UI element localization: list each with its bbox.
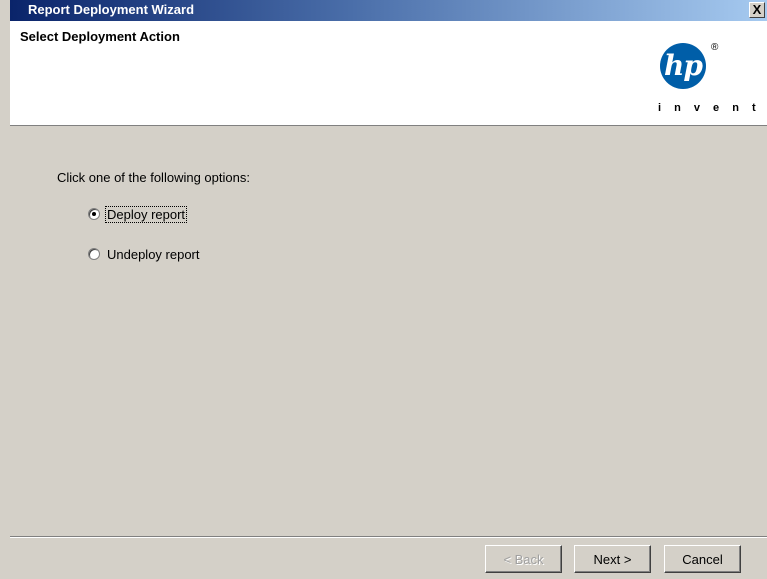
wizard-header: Select Deployment Action hp ® i n v e n …	[10, 21, 767, 126]
back-button[interactable]: < Back	[485, 545, 562, 573]
cancel-button[interactable]: Cancel	[664, 545, 741, 573]
page-title: Select Deployment Action	[20, 29, 180, 44]
undeploy-report-option[interactable]: Undeploy report	[88, 245, 201, 263]
deploy-report-option[interactable]: Deploy report	[88, 205, 188, 223]
radio-unselected-icon[interactable]	[88, 248, 100, 260]
wizard-content: Click one of the following options: Depl…	[10, 126, 767, 536]
instruction-text: Click one of the following options:	[57, 170, 250, 185]
footer-divider	[10, 536, 767, 538]
registered-mark: ®	[711, 42, 719, 53]
close-button[interactable]: X	[749, 2, 765, 18]
title-bar[interactable]: Report Deployment Wizard X	[10, 0, 767, 21]
undeploy-report-label[interactable]: Undeploy report	[106, 247, 201, 262]
next-button[interactable]: Next >	[574, 545, 651, 573]
close-icon: X	[752, 2, 762, 17]
wizard-window: Report Deployment Wizard X Select Deploy…	[0, 0, 767, 579]
window-title: Report Deployment Wizard	[28, 2, 195, 17]
deploy-report-label[interactable]: Deploy report	[104, 205, 188, 223]
logo-tagline: i n v e n t	[658, 102, 761, 114]
radio-selected-icon[interactable]	[88, 208, 100, 220]
hp-logo: hp	[660, 43, 706, 89]
